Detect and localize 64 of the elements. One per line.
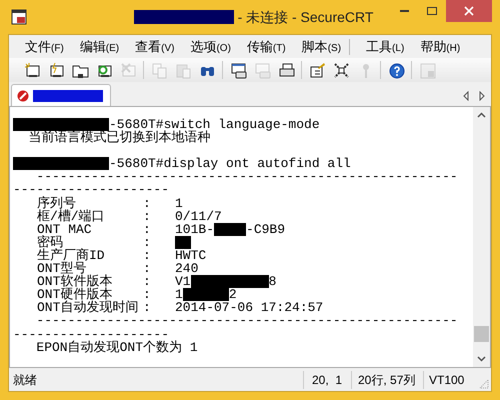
terminal-text: 101B- [175, 222, 214, 237]
emulation-type: VT100 [423, 370, 479, 388]
tab-right-icon[interactable] [479, 91, 485, 101]
terminal-text: 1 [175, 287, 183, 302]
field-colon: : [143, 248, 152, 262]
close-button[interactable] [446, 0, 492, 22]
terminal-text: ------------------------------------------------------ [35, 169, 458, 184]
field-label: ONT MAC [36, 222, 92, 236]
terminal-text: -C9B9 [246, 222, 286, 237]
redaction-bar [33, 90, 103, 102]
app-icon [11, 9, 27, 25]
scroll-down-icon[interactable] [477, 356, 486, 362]
field-colon: : [143, 275, 152, 288]
field-label: ONT型号 [36, 262, 86, 276]
field-colon: : [143, 262, 152, 276]
field-colon: : [143, 236, 152, 249]
scroll-thumb[interactable] [474, 326, 489, 342]
terminal-text: 1 [175, 196, 183, 211]
menu-item[interactable]: 选项(O) [190, 36, 231, 56]
field-colon: : [143, 210, 152, 223]
disconnected-icon [17, 90, 29, 102]
terminal-text: V1 [175, 274, 191, 290]
field-label: 密码 [36, 236, 64, 249]
status-text: 就绪 [12, 372, 38, 388]
menu-item[interactable]: 编辑(E) [80, 36, 120, 56]
close-icon [464, 6, 474, 16]
field-colon: : [143, 301, 152, 314]
field-colon: : [143, 222, 152, 236]
terminal-text: EPON自动发现ONT个数为 1 [35, 340, 198, 355]
menu-item[interactable]: 脚本(S) [302, 36, 342, 56]
field-label: ONT硬件版本 [36, 288, 112, 302]
resize-grip-icon[interactable] [479, 379, 489, 389]
menu-item[interactable]: 查看(V) [135, 36, 174, 56]
terminal-text: -------------------- [13, 326, 170, 342]
terminal-text: 0/11/7 [175, 208, 222, 224]
field-colon: : [143, 288, 152, 302]
terminal-text: 当前语言模式已切换到本地语种 [28, 130, 211, 146]
menu-item[interactable]: 文件(F) [25, 36, 64, 56]
tab-left-icon[interactable] [463, 91, 469, 101]
vertical-scrollbar[interactable] [473, 107, 490, 367]
session-tab[interactable] [11, 84, 111, 106]
menu-item[interactable]: 工具(L) [366, 36, 404, 56]
terminal-text: HWTC [175, 248, 206, 263]
terminal-text: 2014-07-06 17:24:57 [175, 300, 324, 316]
terminal-text: 2 [228, 287, 237, 302]
field-label: 框/槽/端口 [36, 210, 106, 223]
terminal-text: -------------------- [13, 182, 170, 198]
field-label: 序列号 [36, 196, 76, 210]
cursor-position: 20, 1 [303, 370, 351, 388]
menu-item[interactable]: 传输(T) [246, 36, 286, 56]
field-label: ONT软件版本 [36, 275, 114, 288]
window-title: - 未连接 - SecureCRT [238, 8, 374, 26]
terminal-text: -5680T#display ont autofind all [109, 156, 351, 172]
terminal-text: ------------------------------------------------------ [35, 313, 458, 328]
field-colon: : [143, 196, 152, 210]
menu-item[interactable]: 帮助(H) [420, 36, 460, 56]
redaction-bar [214, 222, 246, 236]
terminal-text: 240 [175, 261, 198, 276]
scroll-up-icon[interactable] [477, 112, 486, 118]
terminal-size: 20行, 57列 [351, 370, 423, 388]
field-label: ONT自动发现时间 [36, 301, 140, 314]
field-label: 生产厂商ID [36, 248, 106, 262]
terminal-text: 8 [268, 274, 276, 290]
redaction-bar [175, 236, 191, 249]
